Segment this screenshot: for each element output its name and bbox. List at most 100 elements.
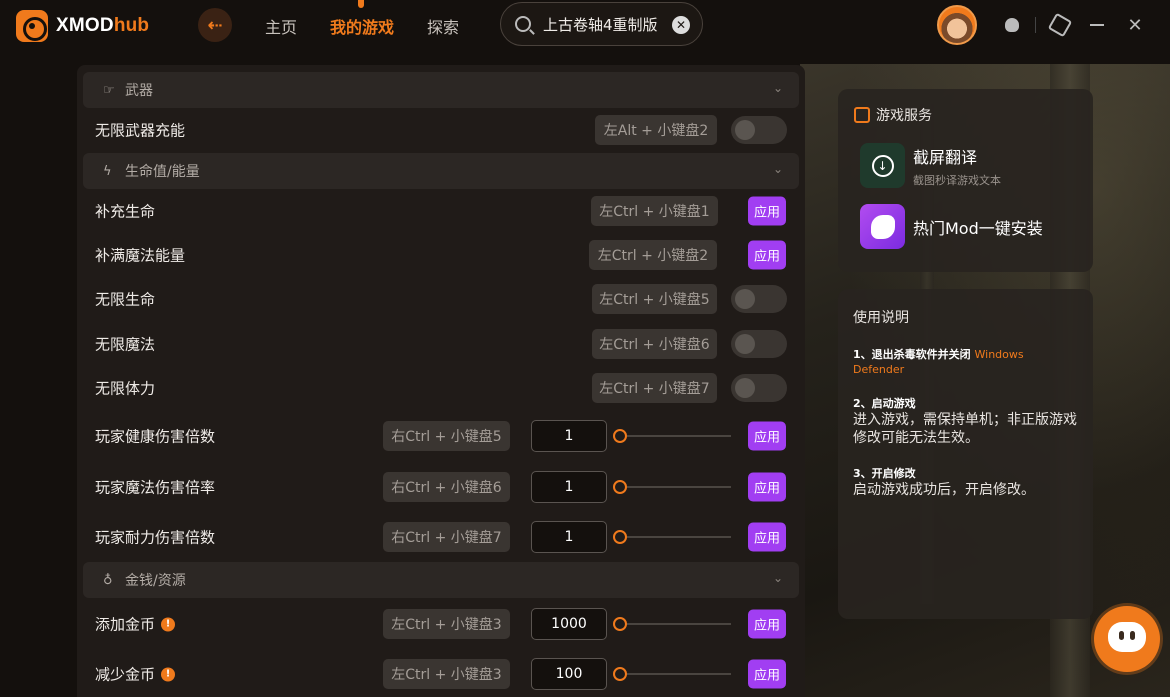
number-input[interactable]: 1 [531, 420, 607, 452]
help-step: 3、开启修改 启动游戏成功后，开启修改。 [853, 466, 1078, 500]
row-label: 玩家魔法伤害倍率 [95, 478, 216, 497]
slider-thumb[interactable] [613, 480, 627, 494]
value-slider[interactable] [613, 667, 731, 681]
slider-thumb[interactable] [613, 617, 627, 631]
row-infinite-magicka: 无限魔法 左Ctrl + 小键盘6 [95, 324, 795, 364]
mod-icon [860, 204, 905, 249]
hotkey-badge: 右Ctrl + 小键盘6 [383, 472, 510, 502]
value-slider[interactable] [613, 480, 731, 494]
row-infinite-health: 无限生命 左Ctrl + 小键盘5 [95, 279, 795, 319]
notification-icon[interactable] [1003, 16, 1021, 34]
hotkey-badge: 左Ctrl + 小键盘5 [592, 284, 717, 314]
chevron-down-icon[interactable]: ⌄ [773, 162, 783, 176]
logo-icon [16, 10, 48, 42]
hotkey-badge: 左Ctrl + 小键盘3 [383, 659, 510, 689]
nav-explore[interactable]: 探索 [427, 14, 459, 38]
close-icon[interactable]: ✕ [1126, 15, 1144, 36]
translate-icon: ↓ [860, 143, 905, 188]
top-bar: XMODhub ⇠ 主页 我的游戏 探索 上古卷轴4重制版 ✕ ✕ [0, 0, 1170, 50]
row-label: 玩家耐力伤害倍数 [95, 528, 216, 547]
avatar[interactable] [937, 5, 977, 45]
chevron-down-icon[interactable]: ⌄ [773, 571, 783, 585]
step-heading: 2、启动游戏 [853, 396, 916, 410]
app-logo[interactable]: XMODhub [16, 10, 149, 42]
apply-button[interactable]: 应用 [748, 472, 786, 502]
row-label: 减少金币! [95, 664, 176, 685]
row-infinite-stamina: 无限体力 左Ctrl + 小键盘7 [95, 368, 795, 408]
number-input[interactable]: 1 [531, 521, 607, 553]
hotkey-badge: 右Ctrl + 小键盘7 [383, 522, 510, 552]
row-add-gold: 添加金币! 左Ctrl + 小键盘3 1000 应用 [95, 604, 795, 644]
nav-my-games[interactable]: 我的游戏 [330, 14, 394, 38]
toggle-switch[interactable] [731, 330, 787, 358]
cheat-panel: ☞ 武器 ⌄ 无限武器充能 左Alt + 小键盘2 ϟ 生命值/能量 ⌄ 补充生… [77, 65, 805, 697]
row-label: 无限体力 [95, 379, 156, 398]
money-bag-icon: ♁ [103, 572, 113, 588]
settings-icon[interactable] [1051, 16, 1069, 34]
number-input[interactable]: 1 [531, 471, 607, 503]
lightning-icon: ϟ [103, 163, 112, 179]
apply-button[interactable]: 应用 [748, 609, 786, 639]
section-weapons[interactable]: ☞ 武器 ⌄ [83, 72, 799, 108]
arrow-left-icon: ⇠ [207, 14, 223, 36]
minimize-icon[interactable] [1088, 16, 1106, 34]
box-icon [854, 107, 870, 123]
hotkey-badge: 左Ctrl + 小键盘2 [589, 240, 717, 270]
chevron-down-icon[interactable]: ⌄ [773, 81, 783, 95]
help-step: 1、退出杀毒软件并关闭 Windows Defender [853, 347, 1078, 378]
number-input[interactable]: 1000 [531, 608, 607, 640]
row-weapon-charge: 无限武器充能 左Alt + 小键盘2 [95, 110, 795, 150]
row-label: 无限武器充能 [95, 121, 186, 140]
row-stamina-damage: 玩家耐力伤害倍数 右Ctrl + 小键盘7 1 应用 [95, 517, 795, 557]
services-title-text: 游戏服务 [876, 108, 932, 124]
row-fill-magicka: 补满魔法能量 左Ctrl + 小键盘2 应用 [95, 235, 795, 275]
section-money-resources[interactable]: ♁ 金钱/资源 ⌄ [83, 562, 799, 598]
search-input[interactable]: 上古卷轴4重制版 ✕ [500, 2, 703, 46]
hotkey-badge: 左Ctrl + 小键盘7 [592, 373, 717, 403]
hotkey-badge: 左Alt + 小键盘2 [595, 115, 717, 145]
nav-home[interactable]: 主页 [265, 14, 297, 38]
help-title: 使用说明 [853, 310, 909, 326]
step-body: 进入游戏，需保持单机；非正版游戏修改可能无法生效。 [853, 412, 1077, 447]
section-health-energy[interactable]: ϟ 生命值/能量 ⌄ [83, 153, 799, 189]
value-slider[interactable] [613, 530, 731, 544]
info-icon[interactable]: ! [161, 667, 176, 681]
row-label: 无限魔法 [95, 335, 156, 354]
toggle-switch[interactable] [731, 116, 787, 144]
toggle-switch[interactable] [731, 374, 787, 402]
service-mod-install[interactable]: 热门Mod一键安装 [860, 204, 1043, 249]
service-name: 热门Mod一键安装 [913, 218, 1043, 238]
slider-thumb[interactable] [613, 667, 627, 681]
value-slider[interactable] [613, 429, 731, 443]
row-restore-health: 补充生命 左Ctrl + 小键盘1 应用 [95, 191, 795, 231]
back-button[interactable]: ⇠ [198, 8, 232, 42]
row-label: 补充生命 [95, 202, 156, 221]
service-name: 截屏翻译 [913, 147, 978, 167]
row-label: 补满魔法能量 [95, 246, 186, 265]
apply-button[interactable]: 应用 [748, 659, 786, 689]
value-slider[interactable] [613, 617, 731, 631]
info-icon[interactable]: ! [161, 617, 176, 631]
services-title: 游戏服务 [854, 105, 932, 125]
apply-button[interactable]: 应用 [748, 240, 786, 270]
hotkey-badge: 左Ctrl + 小键盘6 [592, 329, 717, 359]
row-label: 添加金币! [95, 614, 176, 635]
hotkey-badge: 左Ctrl + 小键盘1 [591, 196, 718, 226]
slider-thumb[interactable] [613, 429, 627, 443]
clear-search-button[interactable]: ✕ [672, 16, 690, 34]
gun-icon: ☞ [103, 82, 115, 98]
chat-assistant-button[interactable] [1094, 606, 1160, 672]
apply-button[interactable]: 应用 [748, 421, 786, 451]
section-title: 武器 [125, 83, 153, 99]
toggle-switch[interactable] [731, 285, 787, 313]
row-label: 无限生命 [95, 290, 156, 309]
hotkey-badge: 左Ctrl + 小键盘3 [383, 609, 510, 639]
slider-thumb[interactable] [613, 530, 627, 544]
number-input[interactable]: 100 [531, 658, 607, 690]
apply-button[interactable]: 应用 [748, 196, 786, 226]
section-title: 金钱/资源 [125, 573, 186, 589]
row-label: 玩家健康伤害倍数 [95, 427, 216, 446]
service-screenshot-translate[interactable]: ↓ 截屏翻译 截图秒译游戏文本 [860, 143, 1001, 188]
active-nav-indicator [358, 0, 364, 8]
apply-button[interactable]: 应用 [748, 522, 786, 552]
